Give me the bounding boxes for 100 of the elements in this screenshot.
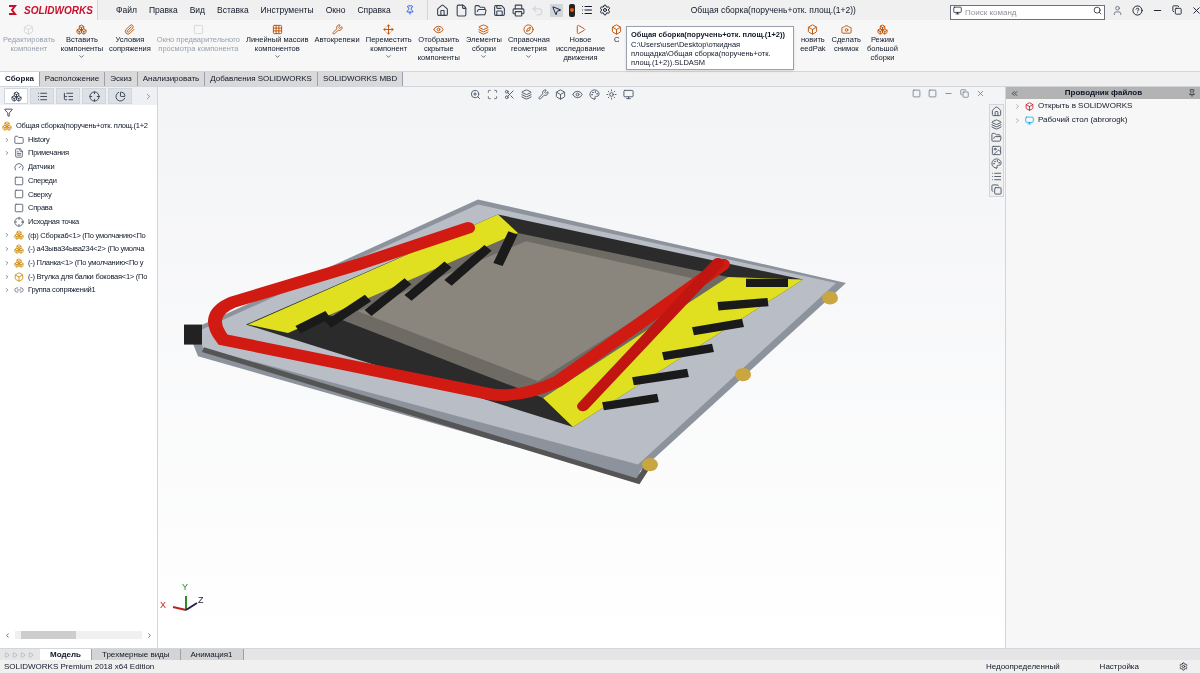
assembly-icon xyxy=(14,230,24,241)
command-tab[interactable]: SOLIDWORKS MBD xyxy=(317,72,404,86)
home-icon[interactable] xyxy=(991,106,1002,117)
boxes-icon xyxy=(76,24,88,35)
copy-icon[interactable] xyxy=(991,184,1002,195)
eye-icon xyxy=(433,24,445,35)
compass-icon xyxy=(523,24,535,35)
box-icon xyxy=(611,24,623,35)
select-icon[interactable] xyxy=(549,3,563,17)
layers-icon[interactable] xyxy=(521,89,532,100)
scrollbar[interactable] xyxy=(15,631,142,639)
status-text: Недоопределенный xyxy=(985,660,1060,673)
settings-icon[interactable] xyxy=(598,4,611,16)
axis-label: X xyxy=(160,601,166,610)
home-icon[interactable] xyxy=(435,3,449,17)
assembly-icon xyxy=(2,120,12,131)
folder-icon[interactable] xyxy=(991,132,1002,143)
caret-icon xyxy=(480,53,488,60)
filter-icon[interactable] xyxy=(4,107,13,117)
restore-icon[interactable] xyxy=(1172,5,1182,15)
wrench-icon[interactable] xyxy=(538,89,549,100)
print-icon[interactable] xyxy=(511,3,525,17)
status-text: SOLIDWORKS Premium 2018 x64 Edition xyxy=(4,660,155,673)
status-text: Настройка xyxy=(1099,660,1139,673)
sun-icon[interactable] xyxy=(606,89,617,100)
app-logo: SOLIDWORKS xyxy=(0,0,98,20)
settings-icon[interactable] xyxy=(1179,662,1188,671)
move-icon xyxy=(383,24,395,35)
tree-item[interactable]: Открыть в SOLIDWORKS xyxy=(1038,100,1133,112)
menu-item[interactable]: Файл xyxy=(110,3,143,17)
command-tab[interactable]: Расположение xyxy=(39,72,106,86)
pin-icon[interactable] xyxy=(1188,89,1196,97)
menu-item[interactable]: Инструменты xyxy=(254,3,320,17)
panel-tab[interactable] xyxy=(82,88,106,104)
help-icon[interactable] xyxy=(1132,4,1143,16)
chevron-right-icon[interactable] xyxy=(144,91,153,101)
menu-item[interactable]: Справка xyxy=(351,3,397,17)
assembly-icon xyxy=(14,257,24,268)
tree-item[interactable]: Рабочий стол (abrorogk) xyxy=(1038,114,1128,126)
plane-icon xyxy=(14,189,24,200)
plane-icon xyxy=(14,203,24,214)
tile-right-icon[interactable] xyxy=(928,89,937,98)
user-icon[interactable] xyxy=(1112,4,1123,16)
search-icon xyxy=(1093,5,1102,15)
section-icon[interactable] xyxy=(504,89,515,100)
panel-tab[interactable] xyxy=(30,88,54,104)
menu-item[interactable]: Вид xyxy=(183,3,211,17)
caret-icon xyxy=(78,53,86,60)
list-icon[interactable] xyxy=(580,4,593,16)
logo-mark-icon xyxy=(8,4,20,16)
box-icon xyxy=(1025,101,1034,111)
layers-icon[interactable] xyxy=(991,119,1002,130)
cube-icon[interactable] xyxy=(555,89,566,100)
monitor-icon[interactable] xyxy=(623,89,634,100)
traffic-light-icon[interactable] xyxy=(568,3,575,17)
window-title: Общая сборка(поручень+отк. площ.(1+2)) xyxy=(690,3,856,17)
boxes-icon xyxy=(877,24,888,35)
command-icon xyxy=(953,5,962,15)
play-icon xyxy=(575,24,586,35)
axis-label: Y xyxy=(182,583,188,592)
gauge-icon xyxy=(14,161,24,172)
tile-left-icon[interactable] xyxy=(912,89,921,98)
box-icon xyxy=(807,24,819,35)
assembly-icon xyxy=(14,244,24,255)
command-tab[interactable]: Эскиз xyxy=(105,72,138,86)
command-tab[interactable]: Добавления SOLIDWORKS xyxy=(205,72,318,86)
panel-tab[interactable] xyxy=(108,88,132,104)
scroll-right-icon[interactable] xyxy=(146,631,153,639)
plane-icon xyxy=(14,175,24,186)
notes-icon xyxy=(14,148,24,159)
menu-item[interactable]: Правка xyxy=(142,3,184,17)
new-file-icon[interactable] xyxy=(454,3,468,17)
tree-icon xyxy=(62,90,74,102)
collapse-icon[interactable] xyxy=(1010,88,1019,98)
eye-icon[interactable] xyxy=(572,89,583,100)
command-tab[interactable]: Анализировать xyxy=(137,72,206,86)
panel-tab[interactable] xyxy=(56,88,80,104)
open-folder-icon[interactable] xyxy=(473,3,487,17)
pane-title: Проводник файлов xyxy=(1063,87,1144,99)
zoom-area-icon[interactable] xyxy=(487,89,498,100)
scroll-left-icon[interactable] xyxy=(4,631,11,639)
folder-icon xyxy=(14,134,24,145)
command-tab[interactable]: Сборка xyxy=(0,72,40,86)
axis-label: Z xyxy=(198,596,204,605)
list-icon xyxy=(36,90,48,102)
menu-item[interactable]: Окно xyxy=(319,3,352,17)
pin-icon[interactable] xyxy=(404,5,415,15)
image-icon[interactable] xyxy=(991,145,1002,156)
save-icon[interactable] xyxy=(492,3,506,17)
caret-icon xyxy=(385,53,393,60)
search-field[interactable]: Поиск команд xyxy=(950,4,1105,20)
box-icon xyxy=(23,24,35,35)
layers-icon xyxy=(478,24,490,35)
zoom-icon[interactable] xyxy=(470,89,481,100)
close-icon[interactable] xyxy=(1191,4,1200,16)
part-icon xyxy=(14,271,24,282)
menu-item[interactable]: Вставка xyxy=(211,3,255,17)
palette-icon[interactable] xyxy=(991,158,1002,169)
palette-icon[interactable] xyxy=(589,89,600,100)
panel-tab[interactable] xyxy=(4,88,28,104)
